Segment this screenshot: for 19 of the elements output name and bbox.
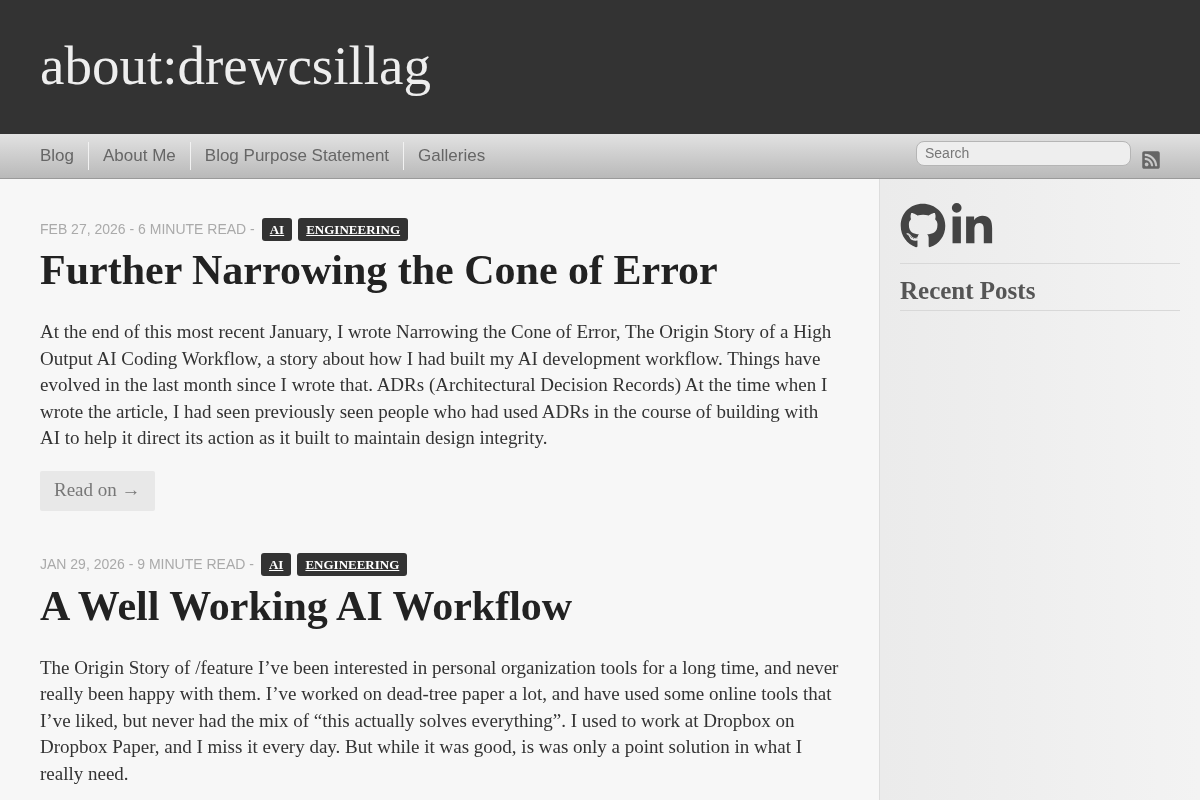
post-meta: FEB 27, 2026 - 6 MINUTE READ -	[40, 219, 255, 239]
nav-link[interactable]: Galleries	[403, 142, 500, 170]
sidebar-heading: Recent Posts	[900, 276, 1036, 306]
tag-link[interactable]: AI	[261, 217, 293, 241]
post-excerpt: The Origin Story of /feature I’ve been interested in personal organization tools for a long time, and never really been happy with them. I’ve worked on dead-tree paper a lot, and have used some online tools that I’ve liked, but never had the mix of “this actually solves everything”. I used to work at Dropbox on Dropbox Paper, and I miss it every day. But while it was good, is was only a point solution in what I really need.	[40, 655, 840, 786]
post-excerpt: At the end of this most recent January, I wrote Narrowing the Cone of Error, The Origin Story of a High Output AI Coding Workflow, a story about how I had built my AI development workflow. Things have evolved in the last month since I wrote that. ADRs (Architectural Decision Records) At the time when I wrote the article, I had seen previously seen people who had used ADRs in the course of building with AI to help it direct its action as it built to maintain design integrity.	[40, 320, 833, 450]
nav-link[interactable]: Blog Purpose Statement	[189, 142, 404, 170]
post-title[interactable]: Further Narrowing the Cone of Error	[40, 246, 718, 294]
tag-link[interactable]: AI	[260, 553, 292, 576]
search-field[interactable]: Search	[916, 140, 1131, 166]
nav-link[interactable]: Blog	[26, 142, 89, 170]
post-meta: JAN 29, 2026 - 9 MINUTE READ -	[40, 555, 254, 574]
tag-link[interactable]: ENGINEERING	[297, 553, 408, 576]
nav-link[interactable]: About Me	[88, 142, 190, 170]
rss-icon[interactable]	[1141, 150, 1161, 170]
tag-link[interactable]: ENGINEERING	[298, 217, 409, 241]
post-title[interactable]: A Well Working AI Workflow	[40, 581, 573, 630]
read-more-button[interactable]: Read on →	[40, 470, 155, 511]
github-icon[interactable]	[900, 203, 946, 249]
